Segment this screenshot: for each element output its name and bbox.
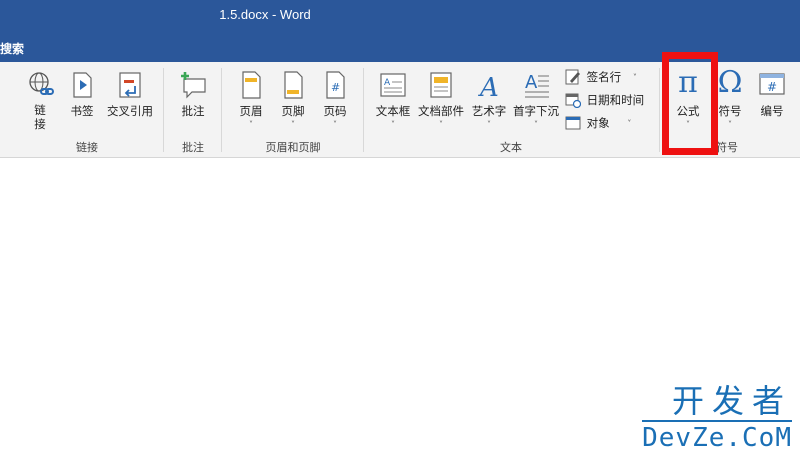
calendar-clock-icon [565,93,581,108]
text-box-icon: A [380,73,406,97]
svg-text:A: A [478,73,499,100]
page-number-button[interactable]: # 页码 ˅ [319,70,351,129]
header-icon [242,71,261,99]
numbering-label: 编号 [760,104,784,118]
link-label: 链接 [34,103,46,131]
globe-link-icon [29,72,54,95]
signature-line-label: 签名行 [586,70,622,84]
link-button[interactable]: 链接 [22,70,58,131]
numbering-glyph: # [767,80,777,94]
drop-cap-icon: A [525,72,549,98]
chevron-down-icon: ˅ [439,120,443,129]
quick-parts-button[interactable]: 文档部件 ˅ [415,70,467,129]
drop-cap-button[interactable]: A 首字下沉 ˅ [510,70,562,129]
new-comment-icon [181,72,206,99]
numbering-icon: # [759,73,785,95]
drop-cap-label: 首字下沉 [513,104,559,118]
window-title: 1.5.docx - Word [219,7,311,22]
chevron-down-icon: ˅ [627,118,632,128]
chevron-down-icon: ˅ [249,120,253,129]
chevron-down-icon: ˅ [291,120,295,129]
svg-text:#: # [331,81,340,94]
footer-icon [284,71,303,99]
comments-group-label: 批注 [182,141,204,154]
wordart-button[interactable]: A 艺术字 ˅ [469,70,509,129]
object-button[interactable]: 对象 ˅ [565,115,631,135]
group-divider [163,68,164,152]
cross-reference-label: 交叉引用 [107,104,153,118]
quick-parts-icon [430,72,452,98]
omega-icon: Ω [717,65,743,100]
page-number-label: 页码 [323,104,347,118]
header-footer-group-label: 页眉和页脚 [265,141,321,154]
text-group-label: 文本 [500,141,522,154]
title-bar: 1.5.docx - Word [0,0,800,32]
footer-button[interactable]: 页脚 ˅ [277,70,309,129]
search-tab[interactable]: 搜索 [0,40,24,57]
chevron-down-icon: ˅ [534,120,538,129]
date-time-button[interactable]: 日期和时间 [565,92,644,112]
comment-button[interactable]: 批注 [175,70,211,119]
bookmark-label: 书签 [70,104,94,118]
chevron-down-icon: ˅ [487,120,491,129]
wordart-icon: A [478,73,499,100]
equation-highlight-box [662,52,718,155]
bookmark-button[interactable]: 书签 [66,70,98,119]
watermark-cn: 开发者 [642,384,792,422]
numbering-button[interactable]: # 编号 [754,70,790,119]
chevron-down-icon: ˅ [632,72,637,82]
chevron-down-icon: ˅ [333,120,337,129]
svg-text:A: A [384,78,391,88]
object-label: 对象 [586,116,610,130]
watermark: 开发者 DevZe.CoM [642,384,792,454]
cross-reference-button[interactable]: 交叉引用 [104,70,156,119]
links-group-label: 链接 [76,141,98,154]
bookmark-icon [73,72,92,98]
group-divider [363,68,364,152]
group-divider [221,68,222,152]
signature-line-button[interactable]: 签名行 ˅ [565,69,637,89]
footer-label: 页脚 [281,104,305,118]
header-button[interactable]: 页眉 ˅ [235,70,267,129]
object-icon [565,116,581,130]
chevron-down-icon: ˅ [391,120,395,129]
comment-label: 批注 [181,104,205,118]
page-number-icon: # [326,71,345,99]
svg-text:A: A [525,72,538,93]
header-label: 页眉 [239,104,263,118]
watermark-en: DevZe.CoM [642,423,792,453]
wordart-label: 艺术字 [471,104,507,118]
signature-pen-icon [565,69,580,85]
date-time-label: 日期和时间 [586,93,645,107]
cross-reference-icon [119,72,141,98]
text-box-button[interactable]: A 文本框 ˅ [373,70,413,129]
text-box-label: 文本框 [375,104,411,118]
quick-parts-label: 文档部件 [418,104,464,118]
group-divider [659,68,660,152]
